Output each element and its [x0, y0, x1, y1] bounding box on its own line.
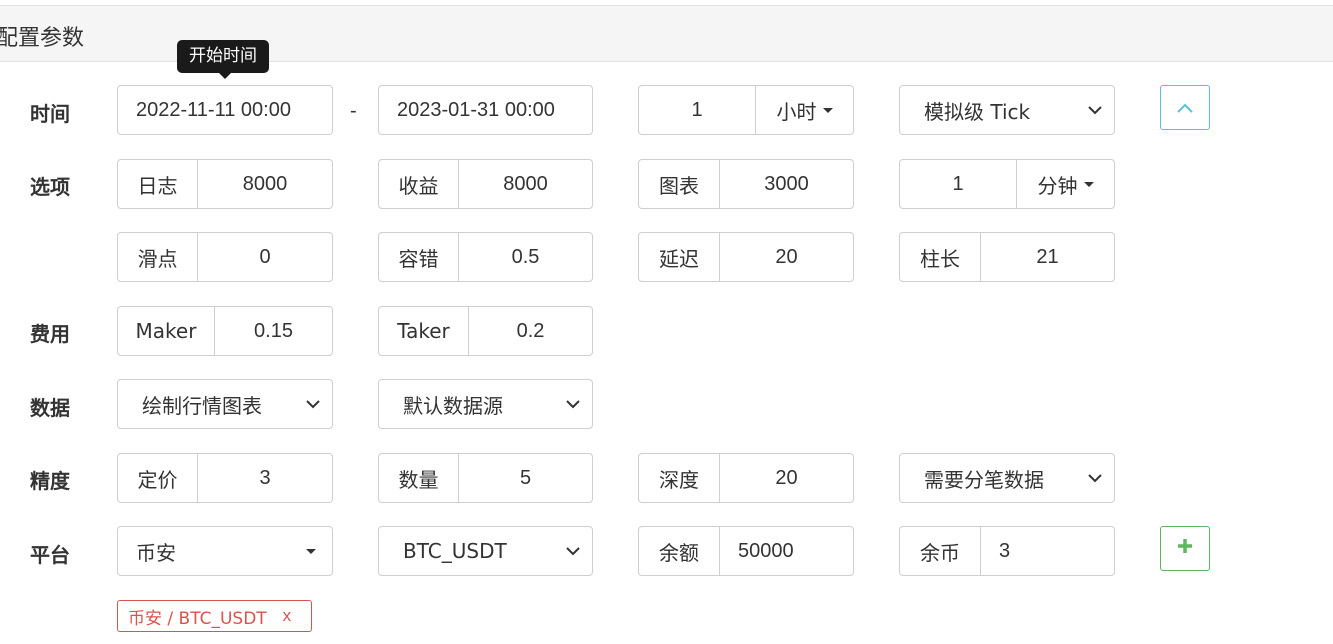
taker-fee-group: Taker 0.2 — [378, 306, 593, 356]
label-platform: 平台 — [30, 543, 70, 567]
price-precision-input[interactable]: 3 — [198, 454, 332, 502]
delay-input[interactable]: 20 — [720, 233, 853, 281]
label-data: 数据 — [30, 396, 70, 420]
label-options: 选项 — [30, 175, 70, 199]
collapse-button[interactable] — [1160, 85, 1210, 130]
balance-group: 余额 50000 — [638, 526, 854, 576]
tooltip-text: 开始时间 — [189, 46, 257, 66]
bar-length-group: 柱长 21 — [899, 232, 1115, 282]
tolerance-input[interactable]: 0.5 — [459, 233, 592, 281]
depth-group: 深度 20 — [638, 453, 854, 503]
amount-precision-group: 数量 5 — [378, 453, 593, 503]
chart-input[interactable]: 3000 — [720, 160, 853, 208]
chevron-up-icon — [1177, 96, 1193, 119]
data-source-select-value: 默认数据源 — [403, 393, 503, 418]
period-unit-dropdown[interactable]: 小时 — [755, 86, 853, 134]
taker-label: Taker — [379, 307, 469, 355]
start-time-tooltip: 开始时间 — [177, 40, 269, 79]
label-time: 时间 — [30, 102, 70, 126]
log-group: 日志 8000 — [117, 159, 333, 209]
exchange-select-value: 币安 — [136, 540, 176, 565]
start-time-input[interactable]: 2022-11-11 00:00 — [117, 85, 333, 135]
caret-down-icon — [1083, 181, 1094, 187]
data-source-select[interactable]: 默认数据源 — [378, 379, 593, 429]
slippage-label: 滑点 — [118, 233, 198, 281]
chevron-down-icon — [1088, 105, 1102, 115]
platform-tag-label: 币安 / BTC_USDT — [128, 608, 267, 629]
pair-select[interactable]: BTC_USDT — [378, 526, 593, 576]
delay-group: 延迟 20 — [638, 232, 854, 282]
tolerance-group: 容错 0.5 — [378, 232, 593, 282]
chevron-down-icon — [306, 399, 320, 409]
interval-group: 1 分钟 — [899, 159, 1115, 209]
chart-label: 图表 — [639, 160, 720, 208]
tick-data-select-value: 需要分笔数据 — [924, 467, 1044, 492]
add-platform-button[interactable] — [1160, 526, 1210, 571]
coins-input[interactable]: 3 — [981, 527, 1114, 575]
price-precision-label: 定价 — [118, 454, 198, 502]
maker-input[interactable]: 0.15 — [215, 307, 332, 355]
profit-group: 收益 8000 — [378, 159, 593, 209]
depth-label: 深度 — [639, 454, 720, 502]
bar-length-label: 柱长 — [900, 233, 981, 281]
coins-group: 余币 3 — [899, 526, 1115, 576]
depth-input[interactable]: 20 — [720, 454, 853, 502]
period-group: 1 小时 — [638, 85, 854, 135]
caret-down-icon — [822, 107, 833, 113]
end-time-value: 2023-01-31 00:00 — [397, 98, 555, 121]
pair-select-value: BTC_USDT — [403, 539, 507, 563]
end-time-input[interactable]: 2023-01-31 00:00 — [378, 85, 593, 135]
slippage-input[interactable]: 0 — [198, 233, 332, 281]
caret-down-icon — [306, 548, 316, 554]
exchange-select[interactable]: 币安 — [117, 526, 333, 576]
start-time-value: 2022-11-11 00:00 — [136, 98, 291, 121]
chart-group: 图表 3000 — [638, 159, 854, 209]
profit-label: 收益 — [379, 160, 459, 208]
time-separator: - — [350, 100, 357, 122]
amount-precision-label: 数量 — [379, 454, 459, 502]
amount-precision-input[interactable]: 5 — [459, 454, 592, 502]
plus-icon — [1177, 537, 1193, 560]
bar-length-input[interactable]: 21 — [981, 233, 1114, 281]
remove-tag-button[interactable]: x — [283, 606, 292, 626]
chevron-down-icon — [566, 546, 580, 556]
price-precision-group: 定价 3 — [117, 453, 333, 503]
label-precision: 精度 — [30, 469, 70, 493]
interval-input[interactable]: 1 — [900, 160, 1016, 208]
log-input[interactable]: 8000 — [198, 160, 332, 208]
slippage-group: 滑点 0 — [117, 232, 333, 282]
mode-select[interactable]: 模拟级 Tick — [899, 85, 1115, 135]
period-input[interactable]: 1 — [639, 86, 755, 134]
delay-label: 延迟 — [639, 233, 720, 281]
profit-input[interactable]: 8000 — [459, 160, 592, 208]
draw-chart-select-value: 绘制行情图表 — [142, 393, 262, 418]
tooltip-arrow — [219, 73, 231, 79]
panel-title: 配置参数 — [0, 26, 85, 51]
label-fees: 费用 — [30, 322, 70, 346]
chevron-down-icon — [1088, 473, 1102, 483]
interval-unit-dropdown[interactable]: 分钟 — [1016, 160, 1114, 208]
mode-select-value: 模拟级 Tick — [924, 99, 1031, 124]
draw-chart-select[interactable]: 绘制行情图表 — [117, 379, 333, 429]
coins-label: 余币 — [900, 527, 981, 575]
maker-fee-group: Maker 0.15 — [117, 306, 333, 356]
tolerance-label: 容错 — [379, 233, 459, 281]
tick-data-select[interactable]: 需要分笔数据 — [899, 453, 1115, 503]
log-label: 日志 — [118, 160, 198, 208]
balance-label: 余额 — [639, 527, 720, 575]
platform-tag: 币安 / BTC_USDT x — [117, 600, 312, 632]
taker-input[interactable]: 0.2 — [469, 307, 592, 355]
interval-unit-label: 分钟 — [1037, 173, 1078, 198]
maker-label: Maker — [118, 307, 215, 355]
balance-input[interactable]: 50000 — [720, 527, 853, 575]
period-unit-label: 小时 — [776, 99, 817, 124]
chevron-down-icon — [566, 399, 580, 409]
